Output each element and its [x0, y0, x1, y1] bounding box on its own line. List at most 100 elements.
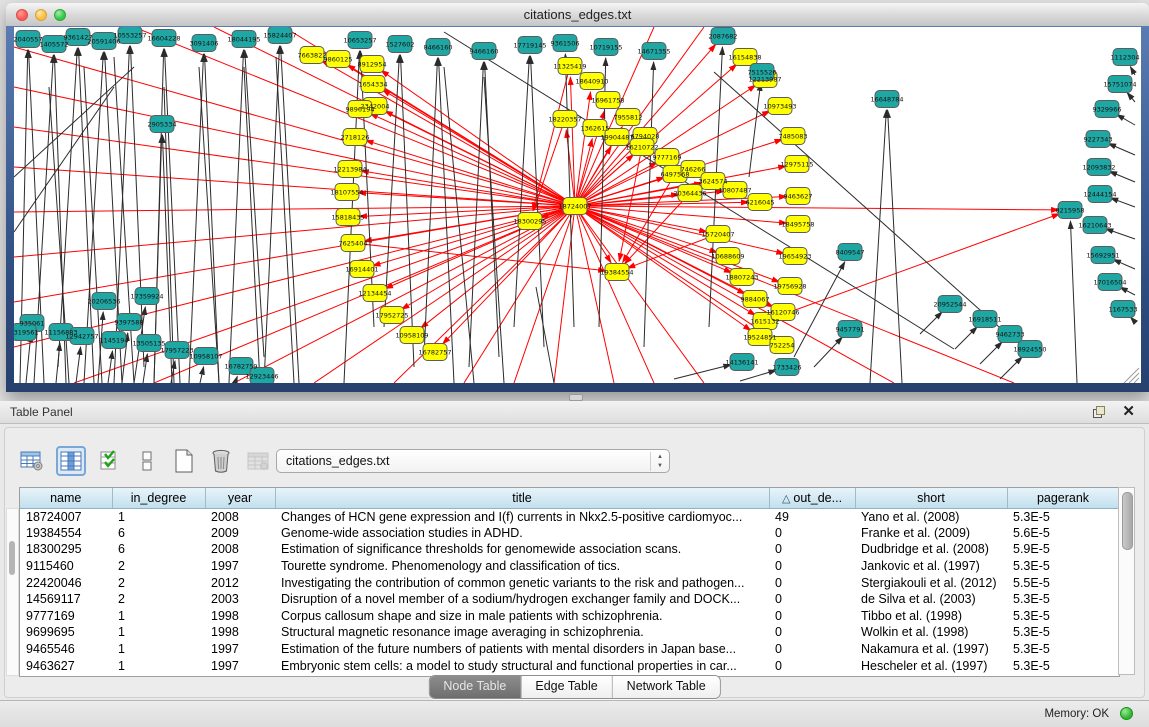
table-row[interactable]: 911546021997Tourette syndrome. Phenomeno… [20, 558, 1119, 575]
graph-edge[interactable] [1127, 92, 1135, 102]
graph-edge[interactable] [533, 66, 570, 210]
cell-title[interactable]: Disruption of a novel member of a sodium… [275, 591, 769, 608]
graph-edge[interactable] [56, 343, 60, 383]
tab-node-table[interactable]: Node Table [429, 676, 521, 698]
graph-edge[interactable] [439, 58, 454, 383]
graph-edge[interactable] [554, 206, 575, 383]
cell-in_degree[interactable]: 2 [112, 574, 205, 591]
cell-year[interactable]: 1997 [205, 558, 275, 575]
row-height-icon[interactable] [134, 448, 160, 474]
graph-edge[interactable] [1108, 143, 1135, 155]
cell-pagerank[interactable]: 5.3E-5 [1007, 558, 1119, 575]
graph-edge[interactable] [108, 351, 112, 383]
network-canvas[interactable]: 1872400718300295193845547663822986012589… [14, 27, 1141, 383]
graph-edge[interactable] [14, 206, 575, 347]
cell-short[interactable]: Yano et al. (2008) [855, 508, 1007, 525]
tab-network-table[interactable]: Network Table [613, 676, 720, 698]
column-header-name[interactable]: name [20, 488, 112, 508]
cell-in_degree[interactable]: 2 [112, 591, 205, 608]
cell-name[interactable]: 18300295 [20, 541, 112, 558]
cell-year[interactable]: 2008 [205, 508, 275, 525]
table-row[interactable]: 946362711997Embryonic stem cells: a mode… [20, 657, 1119, 674]
cell-name[interactable]: 9777169 [20, 608, 112, 625]
cell-out_de[interactable]: 0 [769, 657, 855, 674]
cell-year[interactable]: 1998 [205, 624, 275, 641]
graph-edge[interactable] [1120, 287, 1135, 295]
table-row[interactable]: 1938455462009Genome-wide association stu… [20, 525, 1119, 542]
cell-short[interactable]: Wolkin et al. (1998) [855, 624, 1007, 641]
cell-in_degree[interactable]: 6 [112, 525, 205, 542]
cell-short[interactable]: de Silva et al. (2003) [855, 591, 1007, 608]
graph-edge[interactable] [76, 347, 81, 383]
graph-edge[interactable] [920, 312, 942, 334]
graph-edge[interactable] [1105, 229, 1135, 239]
cell-title[interactable]: Structural magnetic resonance image aver… [275, 624, 769, 641]
graph-edge[interactable] [421, 206, 575, 328]
cell-pagerank[interactable]: 5.3E-5 [1007, 624, 1119, 641]
cell-title[interactable]: Genome-wide association studies in ADHD. [275, 525, 769, 542]
graph-edge[interactable] [264, 46, 279, 383]
cell-name[interactable]: 14569117 [20, 591, 112, 608]
cell-title[interactable]: Tourette syndrome. Phenomenology and cla… [275, 558, 769, 575]
cell-in_degree[interactable]: 1 [112, 657, 205, 674]
cell-year[interactable]: 2012 [205, 574, 275, 591]
scrollbar-thumb[interactable] [1122, 492, 1133, 550]
cell-title[interactable]: Investigating the contribution of common… [275, 574, 769, 591]
graph-edge[interactable] [1000, 357, 1022, 379]
import-table-icon[interactable] [245, 448, 271, 474]
graph-edge[interactable] [1070, 221, 1077, 383]
cell-short[interactable]: Hescheler et al. (1997) [855, 657, 1007, 674]
cell-short[interactable]: Jankovic et al. (1997) [855, 558, 1007, 575]
cell-year[interactable]: 2008 [205, 541, 275, 558]
column-header-pagerank[interactable]: pagerank [1007, 488, 1119, 508]
cell-out_de[interactable]: 0 [769, 541, 855, 558]
cell-short[interactable]: Nakamura et al. (1997) [855, 641, 1007, 658]
graph-edge[interactable] [536, 287, 554, 383]
cell-pagerank[interactable]: 5.6E-5 [1007, 525, 1119, 542]
cell-out_de[interactable]: 0 [769, 558, 855, 575]
window-titlebar[interactable]: citations_edges.txt [6, 3, 1149, 27]
graph-edge[interactable] [443, 206, 575, 344]
cell-year[interactable]: 1997 [205, 641, 275, 658]
table-row[interactable]: 969969511998Structural magnetic resonanc… [20, 624, 1119, 641]
cell-title[interactable]: Estimation of significance thresholds fo… [275, 541, 769, 558]
delete-table-icon[interactable] [208, 448, 234, 474]
cell-pagerank[interactable]: 5.3E-5 [1007, 591, 1119, 608]
graph-edge[interactable] [276, 57, 294, 383]
cell-short[interactable]: Tibbo et al. (1998) [855, 608, 1007, 625]
graph-edge[interactable] [565, 54, 574, 327]
cell-out_de[interactable]: 49 [769, 508, 855, 525]
select-columns-icon[interactable] [56, 446, 86, 476]
cell-short[interactable]: Stergiakouli et al. (2012) [855, 574, 1007, 591]
graph-edge[interactable] [749, 83, 761, 177]
graph-edge[interactable] [382, 90, 575, 206]
cell-name[interactable]: 9115460 [20, 558, 112, 575]
graph-edge[interactable] [575, 206, 1059, 210]
cell-out_de[interactable]: 0 [769, 608, 855, 625]
cell-name[interactable]: 9463627 [20, 657, 112, 674]
graph-edge[interactable] [888, 110, 902, 383]
memory-status-indicator[interactable] [1120, 707, 1133, 720]
cell-out_de[interactable]: 0 [769, 591, 855, 608]
cell-out_de[interactable]: 0 [769, 624, 855, 641]
cell-in_degree[interactable]: 6 [112, 541, 205, 558]
graph-edge[interactable] [281, 46, 299, 383]
graph-edge[interactable] [245, 50, 264, 357]
cell-in_degree[interactable]: 1 [112, 608, 205, 625]
graph-edge[interactable] [1109, 171, 1135, 182]
cell-title[interactable]: Estimation of the future numbers of pati… [275, 641, 769, 658]
left-scrollbar[interactable] [6, 508, 19, 676]
graph-edge[interactable] [740, 370, 776, 381]
table-row[interactable]: 2242004622012Investigating the contribut… [20, 574, 1119, 591]
cell-short[interactable]: Dudbridge et al. (2008) [855, 541, 1007, 558]
graph-edge[interactable] [370, 114, 575, 206]
graph-edge[interactable] [1113, 259, 1135, 269]
cell-year[interactable]: 2003 [205, 591, 275, 608]
graph-edge[interactable] [575, 206, 784, 254]
cell-out_de[interactable]: 0 [769, 574, 855, 591]
cell-name[interactable]: 18724007 [20, 508, 112, 525]
graph-edge[interactable] [955, 327, 977, 349]
graph-edge[interactable] [26, 334, 31, 383]
select-rows-icon[interactable] [97, 448, 123, 474]
column-header-in_degree[interactable]: in_degree [112, 488, 205, 508]
